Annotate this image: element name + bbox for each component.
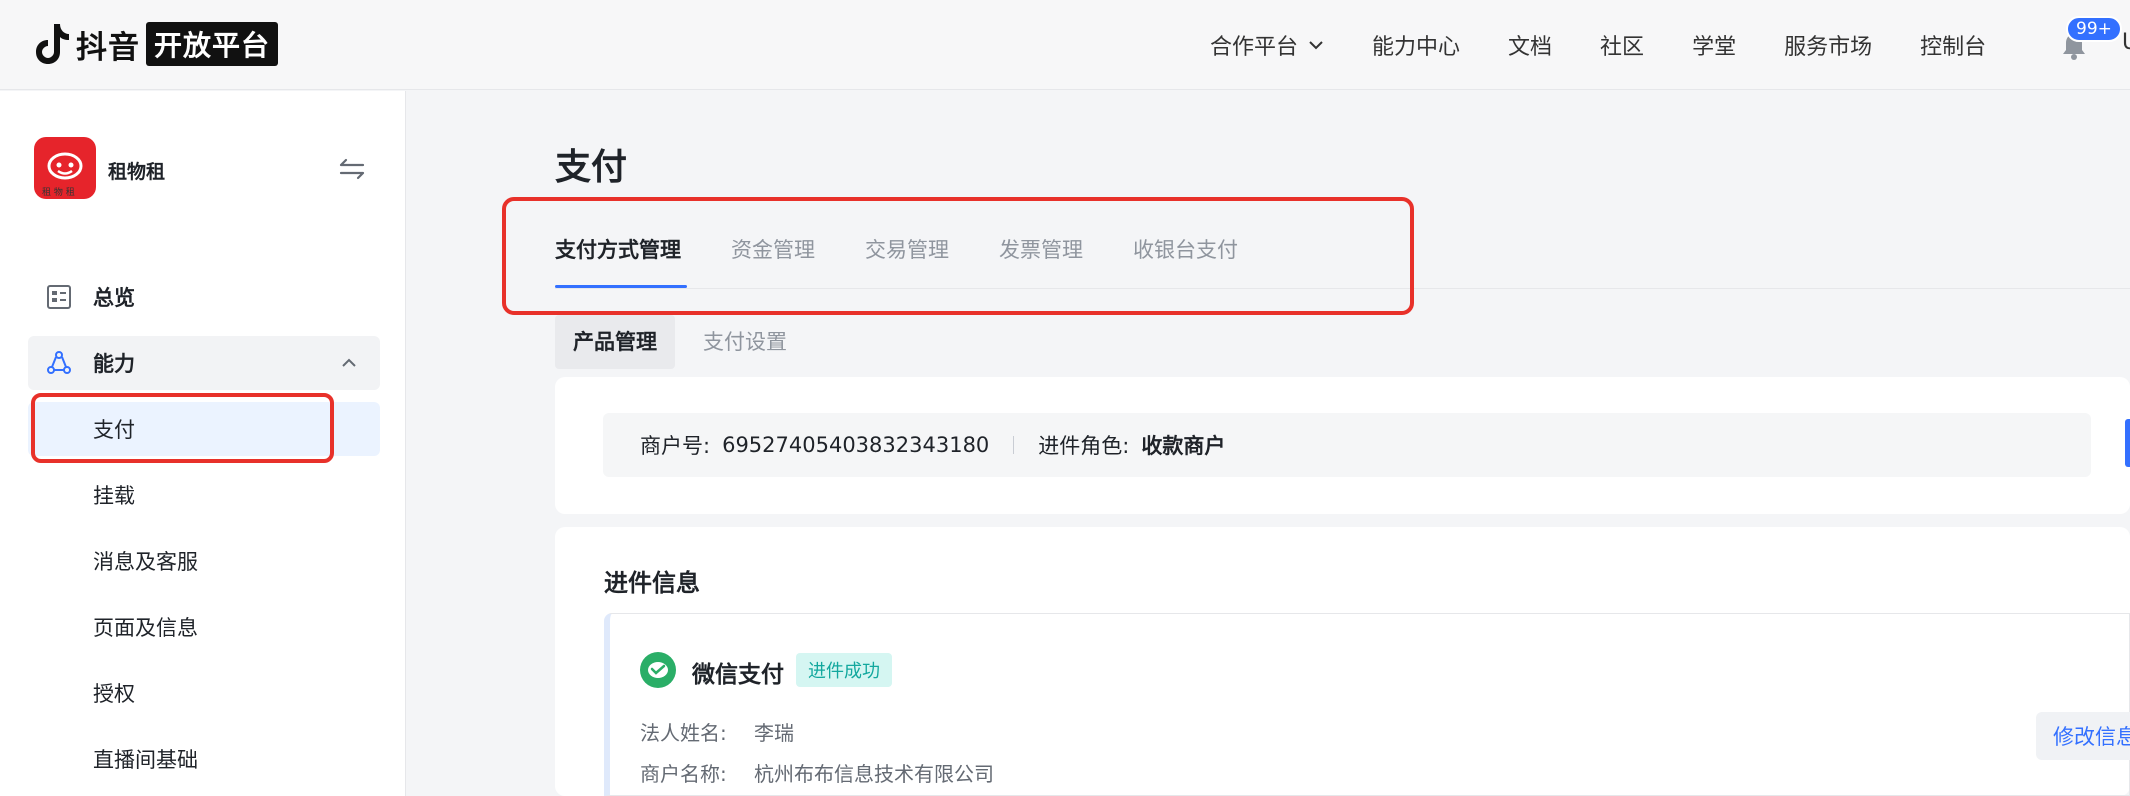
user-avatar[interactable]: U <box>2122 30 2130 55</box>
sidebar-item-live-room-basics[interactable]: 直播间基础 <box>28 732 380 786</box>
sidebar-item-label: 消息及客服 <box>93 550 198 574</box>
nav-item-service-market[interactable]: 服务市场 <box>1784 29 1872 61</box>
sidebar-item-mount[interactable]: 挂载 <box>28 468 380 522</box>
sidebar-item-messages-service[interactable]: 消息及客服 <box>28 534 380 588</box>
nav-item-partner-platform[interactable]: 合作平台 <box>1210 29 1324 61</box>
page-title: 支付 <box>555 147 628 188</box>
sidebar-item-overview[interactable]: 总览 <box>28 270 380 324</box>
nav-item-docs[interactable]: 文档 <box>1508 29 1552 61</box>
app-logo-caption: 租 物 租 <box>42 188 75 198</box>
payment-provider-name: 微信支付 <box>692 662 784 688</box>
section-title: 进件信息 <box>604 569 700 597</box>
subtab-payment-settings[interactable]: 支付设置 <box>685 315 805 369</box>
sidebar-item-capability[interactable]: 能力 <box>28 336 380 390</box>
app-mascot-icon <box>47 152 83 180</box>
logo-text: 抖音 <box>76 29 140 66</box>
highlight-box-tabs <box>502 197 1414 315</box>
top-header: 抖音 开放平台 合作平台 能力中心 文档 社区 学堂 服务市场 控制台 99+ … <box>0 0 2130 90</box>
notification-badge: 99+ <box>2066 16 2122 42</box>
merchant-id-label: 商户号: <box>640 434 711 458</box>
nav-item-label: 能力中心 <box>1372 35 1461 60</box>
nav-item-label: 学堂 <box>1692 35 1737 60</box>
logo-badge: 开放平台 <box>146 22 279 66</box>
sidebar-item-authorization[interactable]: 授权 <box>28 666 380 720</box>
divider <box>1013 436 1015 454</box>
sidebar-item-label: 页面及信息 <box>93 616 198 640</box>
field-value: 李瑞 <box>754 721 794 745</box>
edit-info-button[interactable]: 修改信息 <box>2036 712 2130 760</box>
offscreen-button[interactable] <box>2125 419 2130 467</box>
nav-item-label: 服务市场 <box>1784 35 1873 60</box>
merchant-card: 商户号: 69527405403832343180 进件角色: 收款商户 <box>555 377 2130 514</box>
merchant-id-value: 69527405403832343180 <box>722 433 990 457</box>
nav-item-label: 控制台 <box>1920 35 1987 60</box>
onboarding-role-label: 进件角色: <box>1038 434 1130 458</box>
sidebar-item-label: 挂载 <box>93 484 135 508</box>
field-merchant-name: 商户名称: 杭州布布信息技术有限公司 <box>640 758 994 787</box>
field-label: 法人姓名: <box>640 721 727 745</box>
nav-item-community[interactable]: 社区 <box>1600 29 1644 61</box>
sidebar-item-label: 授权 <box>93 682 135 706</box>
nav-item-capability-center[interactable]: 能力中心 <box>1372 29 1460 61</box>
status-badge: 进件成功 <box>796 653 892 687</box>
onboarding-role-value: 收款商户 <box>1141 434 1226 458</box>
sidebar-item-label: 总览 <box>93 286 135 310</box>
sidebar-item-label: 直播间基础 <box>93 748 198 772</box>
nav-item-console[interactable]: 控制台 <box>1920 29 1986 61</box>
field-legal-name: 法人姓名: 李瑞 <box>640 717 794 746</box>
tiktok-note-icon <box>36 24 69 64</box>
nav-item-academy[interactable]: 学堂 <box>1692 29 1736 61</box>
field-value: 杭州布布信息技术有限公司 <box>754 762 994 786</box>
sidebar-item-label: 能力 <box>93 352 135 376</box>
chevron-up-icon[interactable] <box>340 354 358 372</box>
nav-item-label: 合作平台 <box>1210 35 1299 60</box>
switch-app-icon[interactable] <box>338 157 366 181</box>
highlight-box-sidebar <box>31 393 334 463</box>
wechat-pay-icon <box>640 652 676 688</box>
sidebar-item-pages-info[interactable]: 页面及信息 <box>28 600 380 654</box>
onboarding-info-card: 进件信息 微信支付 进件成功 法人姓名: 李瑞 商户名称: 杭州布布信息技术有限… <box>555 527 2130 796</box>
capability-icon <box>47 351 71 374</box>
chevron-down-icon <box>1309 41 1323 50</box>
wechat-pay-card: 微信支付 进件成功 法人姓名: 李瑞 商户名称: 杭州布布信息技术有限公司 修改… <box>604 613 2130 796</box>
top-nav: 合作平台 能力中心 文档 社区 学堂 服务市场 控制台 <box>1210 0 2034 90</box>
nav-item-label: 文档 <box>1508 35 1553 60</box>
app-name: 租物租 <box>108 161 166 183</box>
nav-item-label: 社区 <box>1600 35 1645 60</box>
field-label: 商户名称: <box>640 762 727 786</box>
douyin-logo[interactable]: 抖音 开放平台 <box>34 22 279 66</box>
subtab-product-management[interactable]: 产品管理 <box>555 315 675 369</box>
overview-icon <box>47 285 71 309</box>
merchant-info-bar: 商户号: 69527405403832343180 进件角色: 收款商户 <box>603 413 2091 477</box>
sub-tabs: 产品管理 支付设置 <box>555 315 815 369</box>
